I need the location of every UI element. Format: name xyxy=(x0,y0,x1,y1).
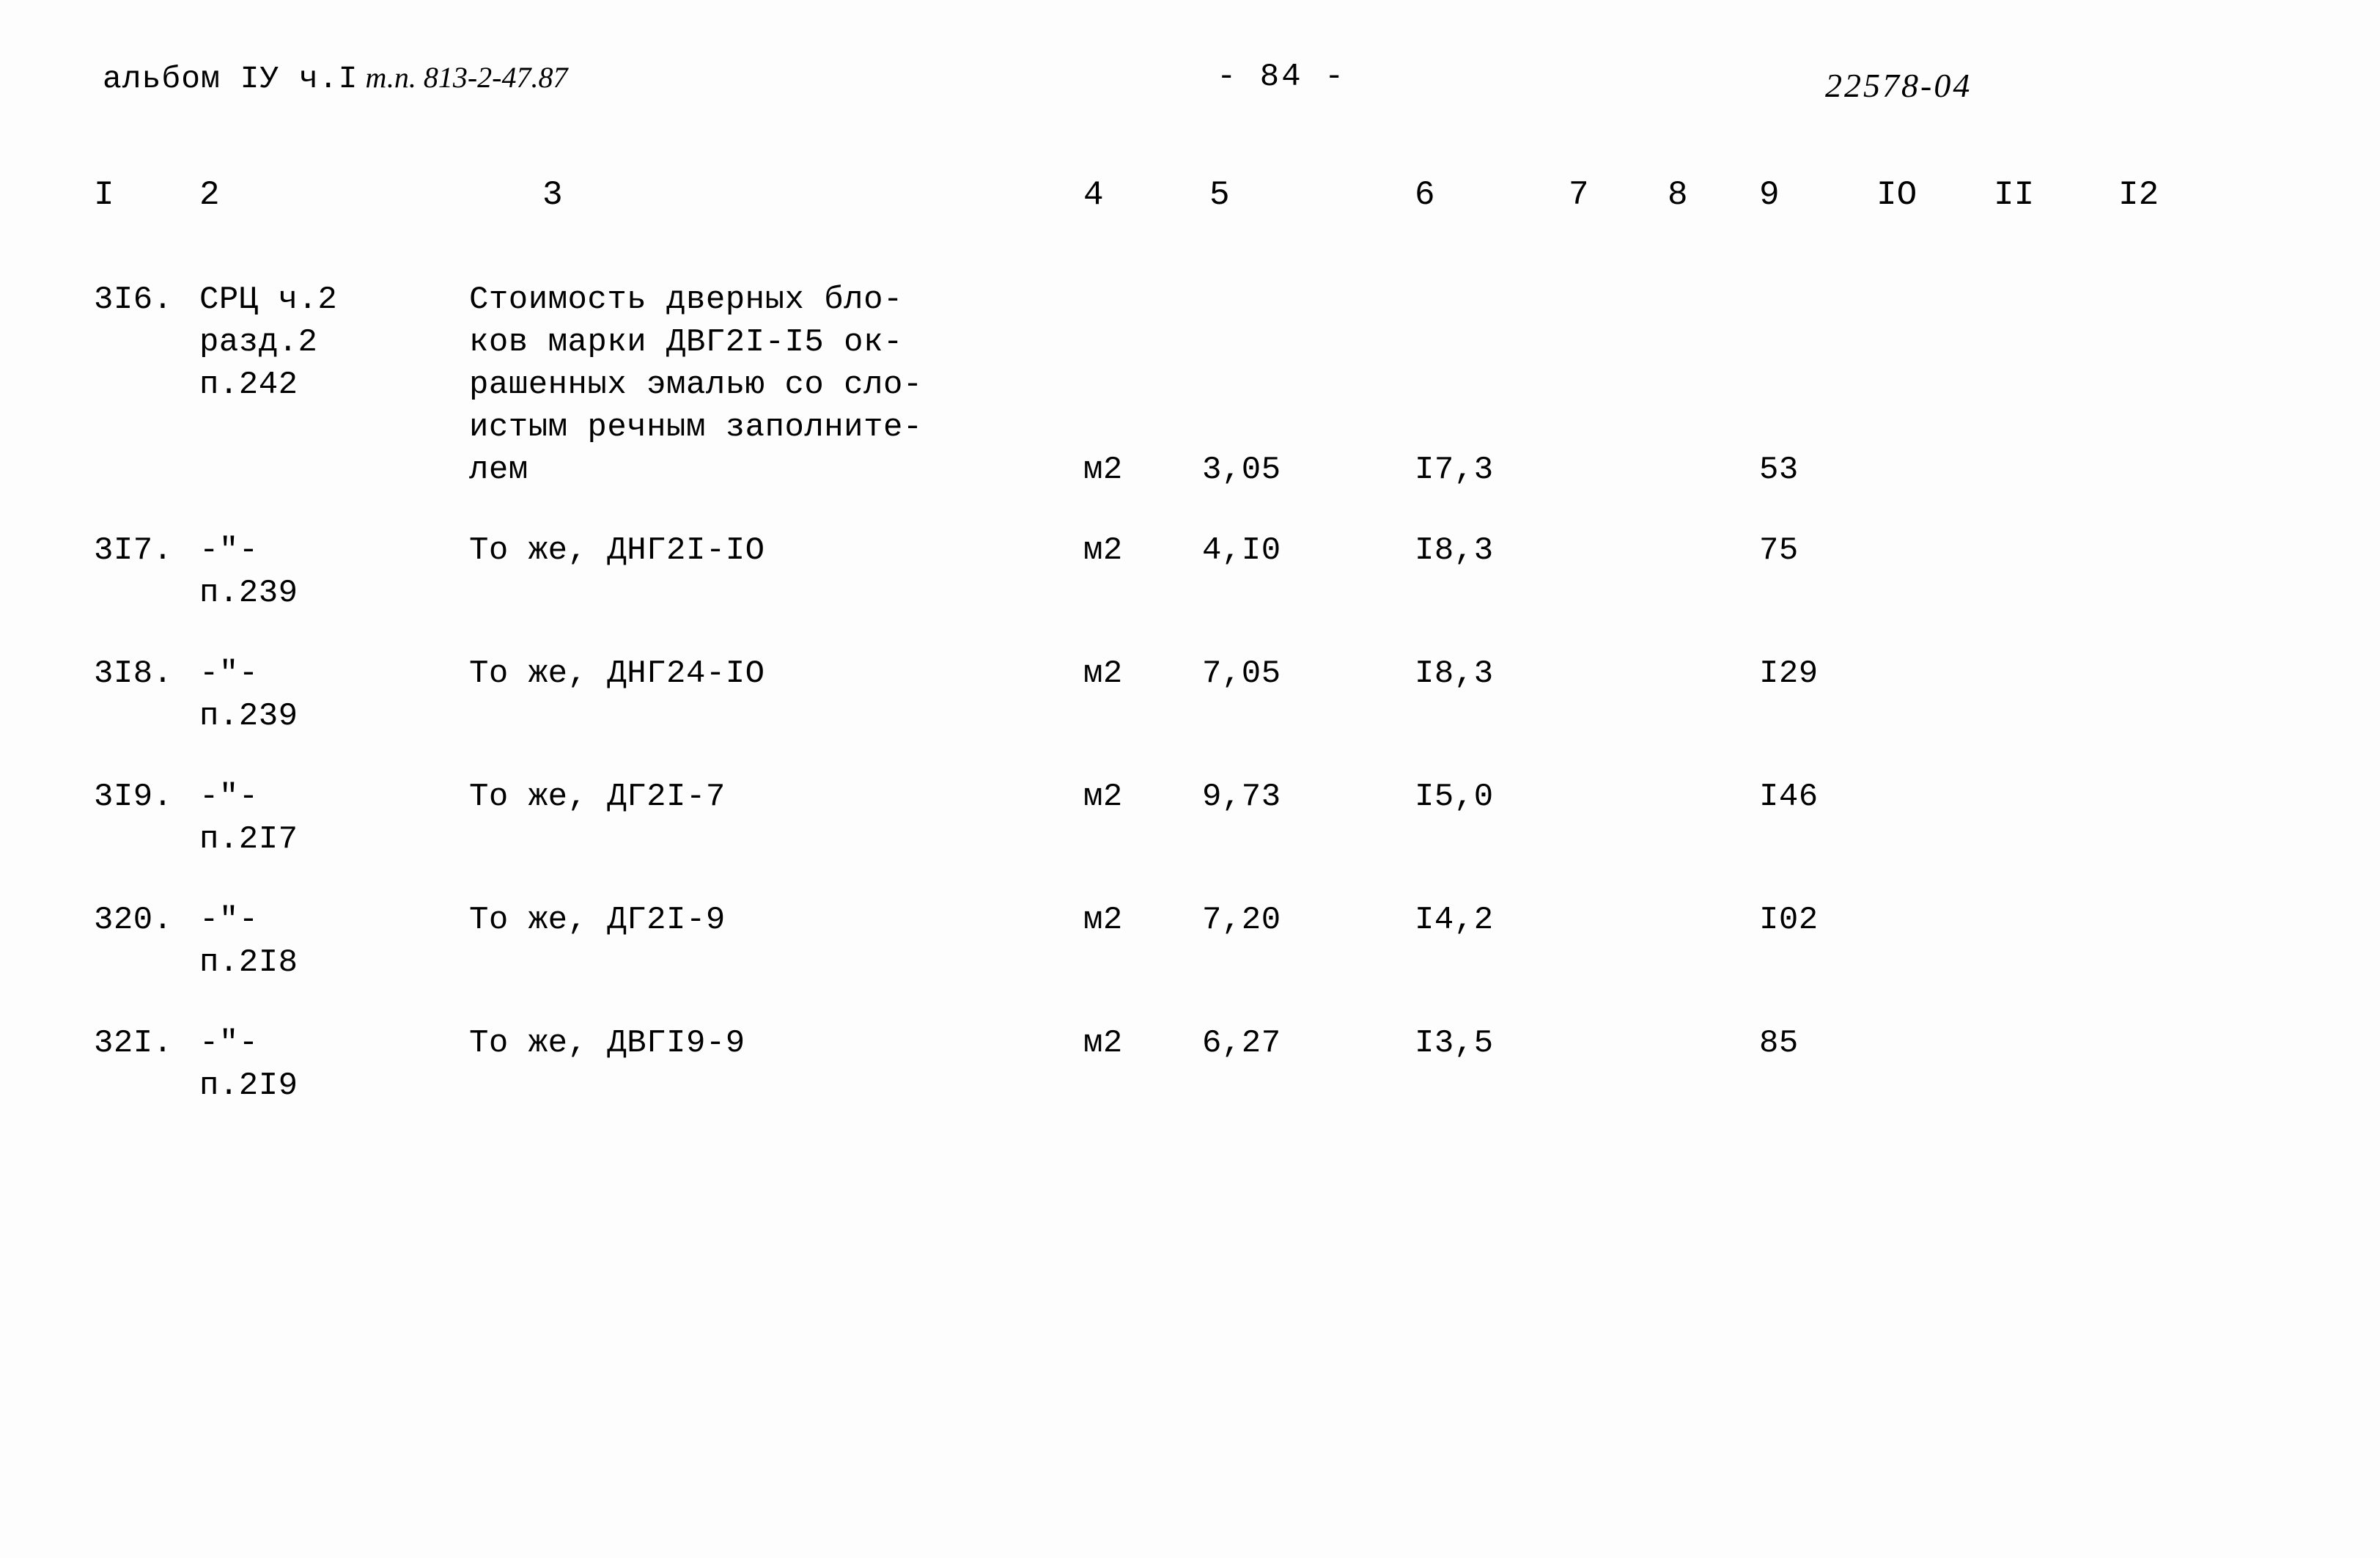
row-reference: -"- п.239 xyxy=(199,655,298,735)
row-description: То же, ДГ2I-9 xyxy=(469,902,726,938)
row-unit: м2 xyxy=(1083,779,1123,815)
row-number: 320. xyxy=(94,902,173,938)
row-unit: м2 xyxy=(1083,655,1123,692)
page-number: - 84 - xyxy=(1217,59,1346,95)
row-col5: 3,05 xyxy=(1202,452,1281,488)
column-header-7: 7 xyxy=(1569,176,1589,214)
row-number: 3I6. xyxy=(94,282,173,318)
table-row: 3I8. -"- п.239 То же, ДНГ24-IO м2 7,05 I8,3 I2… xyxy=(0,653,2380,776)
row-reference: СРЦ ч.2 разд.2 п.242 xyxy=(199,282,338,403)
column-header-9: 9 xyxy=(1759,176,1780,214)
column-header-1: I xyxy=(94,176,114,214)
row-col6: I4,2 xyxy=(1415,902,1494,938)
row-col9: I02 xyxy=(1759,902,1819,938)
row-reference: -"- п.2I9 xyxy=(199,1025,298,1104)
table-row: 320. -"- п.2I8 То же, ДГ2I-9 м2 7,20 I4,2 I02 xyxy=(0,899,2380,1022)
column-number-header: I 2 3 4 5 6 7 8 9 IO II I2 xyxy=(0,176,2380,221)
row-description: Стоимость дверных бло- ков марки ДВГ2I-I… xyxy=(469,282,923,488)
row-description: То же, ДВГI9-9 xyxy=(469,1025,745,1062)
row-reference: -"- п.2I8 xyxy=(199,902,298,981)
album-reference: альбом IУ ч.I т.п. 813-2-47.87 xyxy=(103,60,567,97)
row-col9: I29 xyxy=(1759,655,1819,692)
row-unit: м2 xyxy=(1083,902,1123,938)
column-header-12: I2 xyxy=(2118,176,2159,214)
row-reference: -"- п.2I7 xyxy=(199,779,298,858)
column-header-11: II xyxy=(1994,176,2035,214)
row-col5: 9,73 xyxy=(1202,779,1281,815)
column-header-6: 6 xyxy=(1415,176,1435,214)
row-col6: I3,5 xyxy=(1415,1025,1494,1062)
document-page: альбом IУ ч.I т.п. 813-2-47.87 - 84 - 225… xyxy=(0,0,2380,1558)
row-col5: 7,05 xyxy=(1202,655,1281,692)
row-col6: I8,3 xyxy=(1415,532,1494,569)
row-col9: 85 xyxy=(1759,1025,1799,1062)
row-description: То же, ДНГ2I-IO xyxy=(469,532,765,569)
row-col5: 4,I0 xyxy=(1202,532,1281,569)
row-number: 3I8. xyxy=(94,655,173,692)
table-body: 3I6. СРЦ ч.2 разд.2 п.242 Стоимость дверны… xyxy=(0,279,2380,1145)
table-row: 32I. -"- п.2I9 То же, ДВГI9-9 м2 6,27 I3,5 85 xyxy=(0,1022,2380,1145)
table-row: 3I7. -"- п.239 То же, ДНГ2I-IO м2 4,I0 I8,3 75 xyxy=(0,529,2380,653)
row-description: То же, ДГ2I-7 xyxy=(469,779,726,815)
column-header-3: 3 xyxy=(542,176,563,214)
page-header: альбом IУ ч.I т.п. 813-2-47.87 - 84 - 225… xyxy=(0,34,2380,104)
album-handwritten-code: т.п. 813-2-47.87 xyxy=(365,61,568,94)
column-header-10: IO xyxy=(1876,176,1917,214)
row-number: 32I. xyxy=(94,1025,173,1062)
row-number: 3I9. xyxy=(94,779,173,815)
archive-stamp-number: 22578-04 xyxy=(1825,67,1972,104)
row-col5: 7,20 xyxy=(1202,902,1281,938)
row-col6: I7,3 xyxy=(1415,452,1494,488)
column-header-2: 2 xyxy=(199,176,220,214)
table-row: 3I9. -"- п.2I7 То же, ДГ2I-7 м2 9,73 I5,0 I46 xyxy=(0,776,2380,899)
row-description: То же, ДНГ24-IO xyxy=(469,655,765,692)
row-reference: -"- п.239 xyxy=(199,532,298,611)
album-typed-text: альбом IУ ч.I xyxy=(103,61,358,97)
table-row: 3I6. СРЦ ч.2 разд.2 п.242 Стоимость дверны… xyxy=(0,279,2380,529)
row-col5: 6,27 xyxy=(1202,1025,1281,1062)
row-col6: I5,0 xyxy=(1415,779,1494,815)
row-number: 3I7. xyxy=(94,532,173,569)
row-unit: м2 xyxy=(1083,1025,1123,1062)
row-unit: м2 xyxy=(1083,452,1123,488)
row-col9: 53 xyxy=(1759,452,1799,488)
column-header-4: 4 xyxy=(1083,176,1104,214)
column-header-5: 5 xyxy=(1209,176,1230,214)
row-col6: I8,3 xyxy=(1415,655,1494,692)
row-col9: I46 xyxy=(1759,779,1819,815)
column-header-8: 8 xyxy=(1668,176,1688,214)
row-unit: м2 xyxy=(1083,532,1123,569)
row-col9: 75 xyxy=(1759,532,1799,569)
dashed-rule-bottom: - - - - - - - - - - - - - - - - - - - - … xyxy=(94,229,2285,236)
dashed-rule-top: - - - - - - - - - - - - - - - - - - - - … xyxy=(94,155,2285,163)
